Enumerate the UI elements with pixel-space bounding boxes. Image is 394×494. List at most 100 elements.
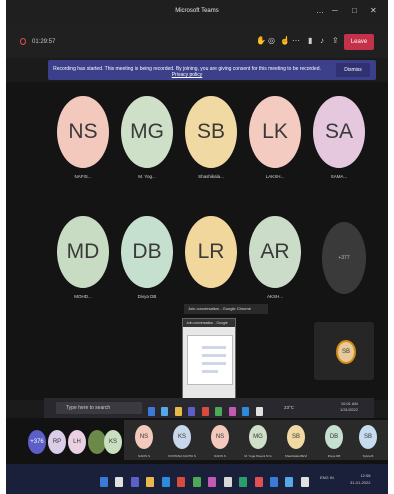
participant-tile[interactable]: NS NAFIS... xyxy=(52,96,114,179)
participant-name: NAFIS... xyxy=(74,174,92,179)
avatar: DB xyxy=(121,216,173,288)
app-icon[interactable] xyxy=(192,477,201,487)
clock-date: 31-01-2022 xyxy=(350,480,371,485)
share-icon[interactable]: ⇪ xyxy=(332,36,339,45)
dismiss-button[interactable]: Dismiss xyxy=(336,63,370,77)
preview-title: Join conversation - Google Ch... xyxy=(183,319,235,333)
avatar-initials: SB xyxy=(196,120,225,143)
search-icon[interactable] xyxy=(115,477,124,487)
participant-name: Shashikala... xyxy=(198,174,224,179)
start-icon[interactable] xyxy=(100,477,108,487)
people-icon[interactable]: ✋ xyxy=(256,36,266,45)
strip-label: KOSTANA KAVITA S xyxy=(168,454,196,458)
more-participants-button[interactable]: +377 xyxy=(322,222,366,294)
app-icon[interactable] xyxy=(148,407,155,416)
app-icon[interactable] xyxy=(269,477,278,487)
strip-avatar: NS xyxy=(211,425,229,449)
chrome-window-preview[interactable]: Join conversation - Google Ch... xyxy=(182,318,236,402)
app-icon[interactable] xyxy=(254,477,263,487)
language-indicator[interactable]: ENG IN xyxy=(320,475,334,480)
strip-tile[interactable]: NS NAFIS S xyxy=(200,420,240,460)
meeting-timer: 01:29:57 xyxy=(32,39,56,45)
participant-name: Divya DB xyxy=(137,294,157,299)
avatar-initials: LK xyxy=(262,120,288,143)
avatar: AR xyxy=(249,216,301,288)
self-view[interactable]: SB xyxy=(314,322,374,380)
video-stage: NS NAFIS... MG M. Yog... SB Shashikala..… xyxy=(6,82,388,402)
more-options-icon[interactable]: … xyxy=(316,6,324,15)
avatar-initials: DB xyxy=(132,240,162,263)
avatar: SB xyxy=(185,96,237,168)
strip-tile[interactable]: MG M. Yoga Pavani M G xyxy=(238,420,278,460)
camera-icon[interactable]: ▮ xyxy=(308,36,312,45)
mini-avatar[interactable]: KS xyxy=(104,430,122,454)
teams-icon[interactable] xyxy=(188,407,196,416)
self-avatar: SB xyxy=(336,340,356,364)
preview-thumbnail xyxy=(187,335,233,385)
mini-avatar-initials: LH xyxy=(73,439,81,445)
more-icon[interactable]: ⋯ xyxy=(292,36,300,45)
avatar-initials: LR xyxy=(197,240,225,263)
avatar: MG xyxy=(121,96,173,168)
privacy-policy-link[interactable]: Privacy policy xyxy=(172,72,203,78)
folder-icon[interactable] xyxy=(146,477,155,487)
strip-tile[interactable]: SB Shashikala BEVI xyxy=(276,420,316,460)
app-icon[interactable] xyxy=(255,407,263,416)
remote-clock: 10:01 AM 1/31/2022 xyxy=(340,401,358,413)
participant-tile[interactable]: LR xyxy=(180,216,242,294)
more-participants-count: +377 xyxy=(338,255,350,261)
participant-tile[interactable]: MD MOHD... xyxy=(52,216,114,299)
leave-button[interactable]: Leave xyxy=(344,34,374,50)
teams-icon[interactable] xyxy=(130,477,139,487)
mic-icon[interactable]: ♪ xyxy=(320,36,324,45)
mini-avatar[interactable]: +376 xyxy=(28,430,46,454)
app-icon[interactable] xyxy=(223,477,232,487)
strip-tile[interactable]: SB Sylvia B xyxy=(348,420,388,460)
app-icon[interactable] xyxy=(285,477,294,487)
avatar: MD xyxy=(57,216,109,288)
minimize-icon[interactable]: ─ xyxy=(332,6,338,15)
app-icon[interactable] xyxy=(242,407,250,416)
participant-name: LAKSH... xyxy=(265,174,285,179)
strip-initials: NS xyxy=(139,434,149,440)
preview-line xyxy=(202,354,226,357)
participant-tile[interactable]: AR AKSH... xyxy=(244,216,306,299)
avatar: LK xyxy=(249,96,301,168)
weather-label: 23°C xyxy=(284,405,295,410)
close-icon[interactable]: ✕ xyxy=(370,6,377,15)
participant-tile[interactable]: LK LAKSH... xyxy=(244,96,306,179)
maximize-icon[interactable]: □ xyxy=(352,6,357,15)
folder-icon[interactable] xyxy=(174,407,182,416)
app-icon[interactable] xyxy=(161,407,169,416)
search-input[interactable]: Type here to search xyxy=(56,402,142,414)
app-icon[interactable] xyxy=(215,407,223,416)
chat-icon[interactable]: ◎ xyxy=(268,36,275,45)
local-clock[interactable]: 12:08 31-01-2022 xyxy=(350,472,370,486)
participant-strip: +376 RP LH KS NS NAFIS S KS KOSTANA KAVI… xyxy=(6,418,388,464)
recording-banner: Recording has started. This meeting is b… xyxy=(48,60,376,80)
mini-avatar[interactable]: RP xyxy=(48,430,66,454)
strip-avatar: MG xyxy=(249,425,267,449)
raise-hand-icon[interactable]: ☝ xyxy=(280,36,290,45)
participant-tile[interactable]: SA SAMA... xyxy=(308,96,370,179)
mini-avatar[interactable]: LH xyxy=(68,430,86,454)
app-icon[interactable] xyxy=(208,477,217,487)
self-initials: SB xyxy=(341,349,350,355)
app-icon[interactable] xyxy=(300,477,309,487)
participant-tile[interactable]: MG M. Yog... xyxy=(116,96,178,179)
chrome-icon[interactable] xyxy=(177,477,186,487)
app-icon[interactable] xyxy=(239,477,248,487)
app-icon[interactable] xyxy=(228,407,236,416)
strip-label: M. Yoga Pavani M G xyxy=(244,454,272,458)
strip-initials: MG xyxy=(253,434,263,440)
strip-initials: SB xyxy=(363,434,372,440)
strip-tile[interactable]: KS KOSTANA KAVITA S xyxy=(162,420,202,460)
edge-icon[interactable] xyxy=(161,477,170,487)
chrome-icon[interactable] xyxy=(201,407,209,416)
participant-tile[interactable]: DB Divya DB xyxy=(116,216,178,299)
participant-tile[interactable]: SB Shashikala... xyxy=(180,96,242,179)
strip-tile[interactable]: NS NAFIS S xyxy=(124,420,164,460)
strip-avatar: SB xyxy=(287,425,305,449)
preview-line xyxy=(202,346,226,349)
avatar-initials: AR xyxy=(260,240,290,263)
